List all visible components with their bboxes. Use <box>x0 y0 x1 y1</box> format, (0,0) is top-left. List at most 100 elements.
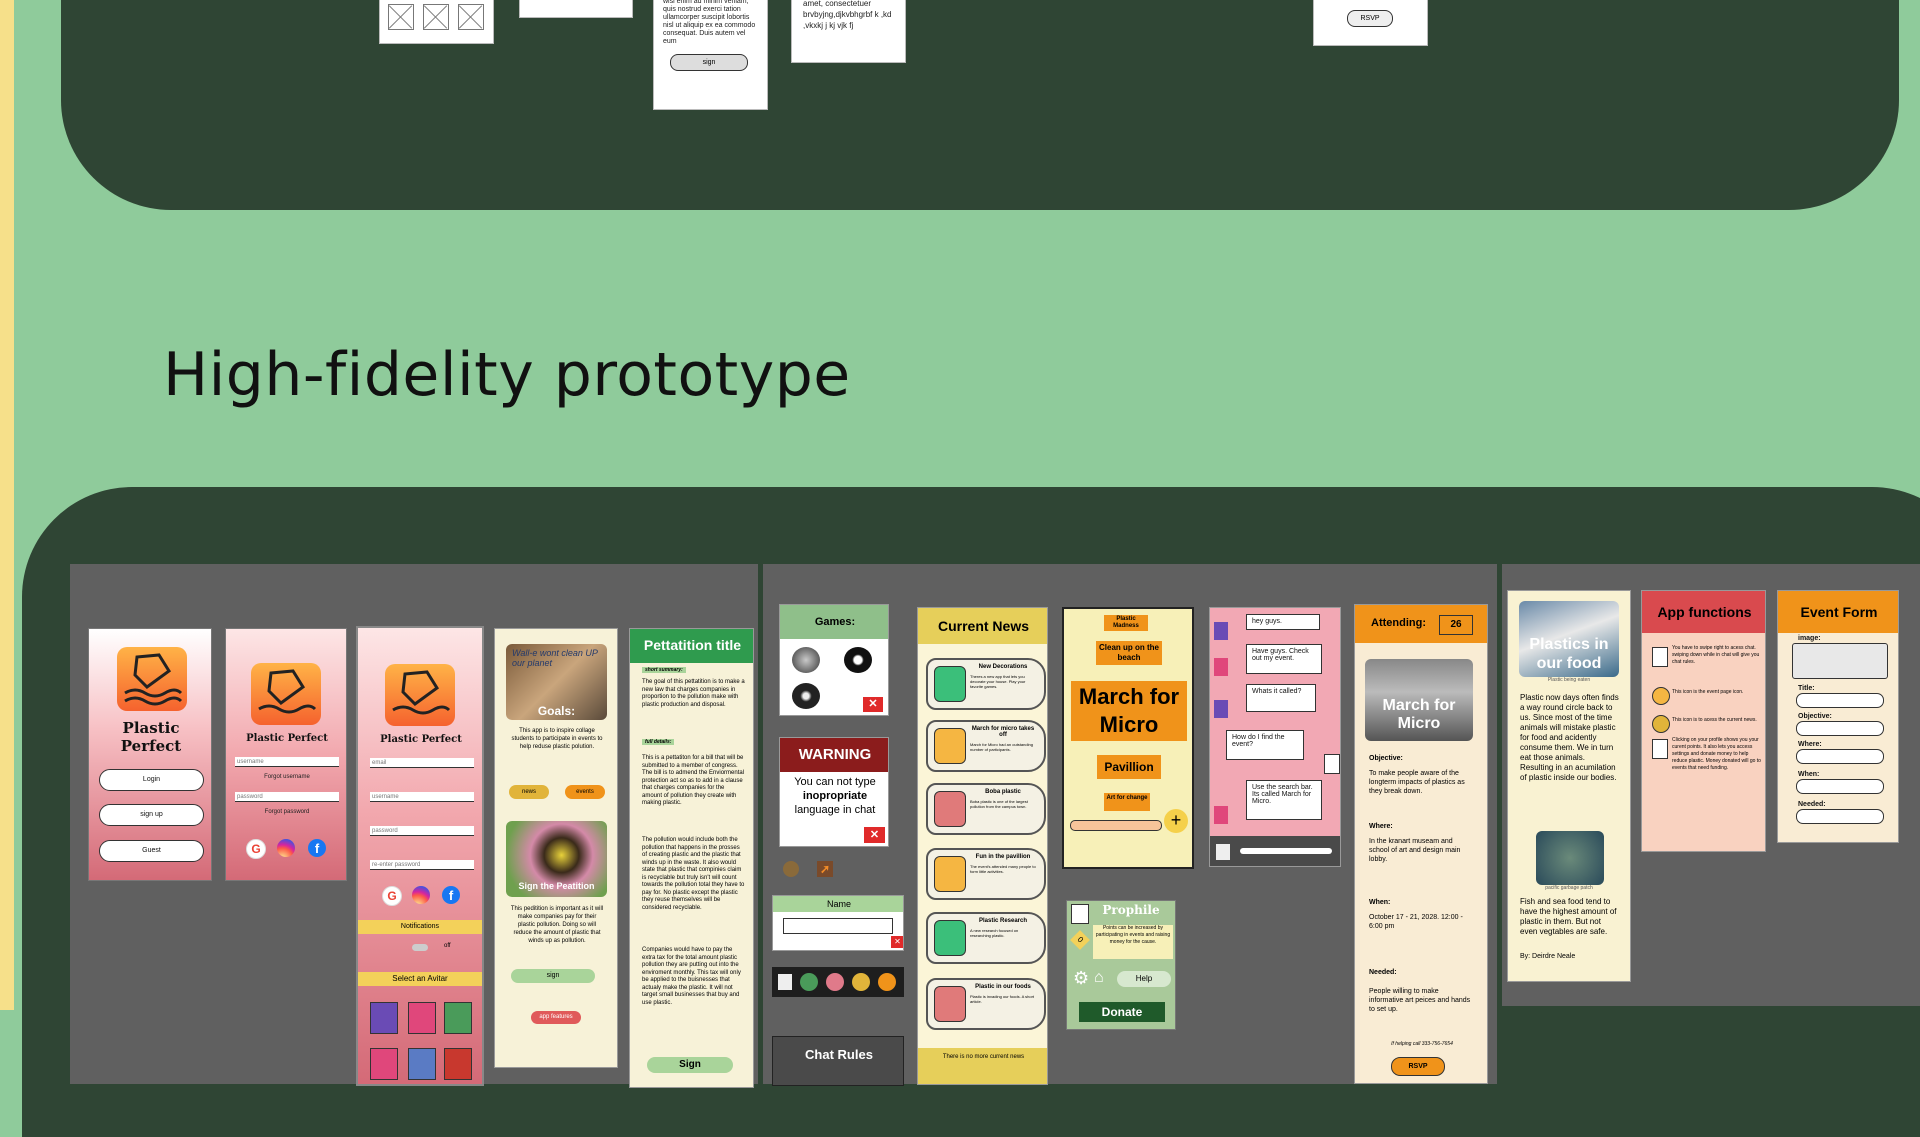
news-item[interactable]: March for micro takes off March for Micr… <box>926 720 1046 772</box>
wireframe-text: wisi enim ad minim veniam, quis nostrud … <box>663 0 756 45</box>
news-item-text: The event's attended many people to form… <box>970 864 1036 874</box>
forgot-password-link[interactable]: Forgot password <box>235 809 339 815</box>
title-input[interactable] <box>1796 693 1884 708</box>
events-button[interactable]: events <box>565 785 605 799</box>
details-text-3: Companies would have to pay the extra ta… <box>642 947 741 1006</box>
needed-label: Needed: <box>1369 969 1397 976</box>
email-input[interactable]: email <box>370 758 474 768</box>
home-icon[interactable]: ⌂ <box>1094 969 1112 987</box>
goals-text: This app is to inspire collage students … <box>511 728 603 750</box>
form-label: Needed: <box>1798 801 1826 808</box>
avatar-option[interactable] <box>444 1048 472 1080</box>
add-event-button[interactable]: + <box>1164 809 1188 833</box>
objective-input[interactable] <box>1796 721 1884 736</box>
app-features-button[interactable]: app features <box>531 1011 581 1024</box>
image-upload-field[interactable] <box>1792 643 1888 679</box>
notifications-toggle[interactable] <box>412 944 428 951</box>
news-screen: Current News New Decorations Theres a ne… <box>917 607 1048 1085</box>
app-title: Plastic Perfect <box>246 733 328 744</box>
article-screen: Plastics in our food Plastic being eaten… <box>1507 590 1631 982</box>
facebook-icon[interactable]: f <box>442 886 460 904</box>
login-button[interactable]: Login <box>99 769 204 791</box>
chat-input[interactable] <box>1240 848 1332 854</box>
leaf-icon[interactable] <box>800 973 818 991</box>
form-label: When: <box>1798 771 1820 778</box>
sign-button[interactable]: sign <box>511 969 595 983</box>
avatar-option[interactable] <box>370 1048 398 1080</box>
news-button[interactable]: news <box>509 785 549 799</box>
sun-icon[interactable] <box>878 973 896 991</box>
news-item[interactable]: New Decorations Theres a new app that le… <box>926 658 1046 710</box>
reenter-password-input[interactable]: re-enter password <box>370 860 474 870</box>
user-avatar-icon <box>1214 622 1228 640</box>
sign-button[interactable]: Sign <box>647 1057 733 1073</box>
close-icon[interactable]: ✕ <box>864 827 885 843</box>
username-input[interactable]: username <box>370 792 474 802</box>
password-input[interactable]: password <box>370 826 474 836</box>
cookie-icon[interactable] <box>783 861 799 877</box>
profile-icon <box>1652 739 1668 759</box>
needed-input[interactable] <box>1796 809 1884 824</box>
news-item[interactable]: Boba plastic Boba plastic is one of the … <box>926 783 1046 835</box>
wireframe-1 <box>379 0 494 44</box>
main-event[interactable]: March for Micro <box>1071 681 1187 741</box>
form-label: Objective: <box>1798 713 1832 720</box>
avatar-option[interactable] <box>408 1002 436 1034</box>
instagram-icon[interactable] <box>277 839 295 857</box>
avatar-option[interactable] <box>408 1048 436 1080</box>
instagram-icon[interactable] <box>412 886 430 904</box>
function-text: You have to swipe right to acess chat. s… <box>1672 645 1760 665</box>
where-input[interactable] <box>1796 749 1884 764</box>
forgot-screen: Plastic Perfect username Forgot username… <box>225 628 347 881</box>
game-icon[interactable] <box>792 683 820 709</box>
search-bar[interactable] <box>1070 820 1162 831</box>
event-tag[interactable]: Clean up on the beach <box>1096 641 1162 665</box>
event-tag[interactable]: Plastic Madness <box>1104 615 1148 631</box>
chat-input-bar <box>1210 836 1340 866</box>
name-card: Name ✕ <box>772 895 904 951</box>
help-button[interactable]: Help <box>1117 971 1171 987</box>
news-item[interactable]: Plastic Research A new research focused … <box>926 912 1046 964</box>
where-label: Where: <box>1369 823 1393 830</box>
sign-up-button[interactable]: sign up <box>99 804 204 826</box>
close-icon[interactable]: ✕ <box>863 697 883 712</box>
news-item[interactable]: Plastic in our foods Plastic is invading… <box>926 978 1046 1030</box>
game-icon[interactable] <box>852 973 870 991</box>
chat-icon[interactable] <box>826 973 844 991</box>
rsvp-button[interactable]: RSVP <box>1391 1057 1445 1076</box>
wireframe-sign-button[interactable]: sign <box>670 54 748 71</box>
petition-caption: Sign the Peatition <box>518 881 595 891</box>
event-tag[interactable]: Art for change <box>1104 793 1150 811</box>
donate-button[interactable]: Donate <box>1079 1002 1165 1022</box>
google-icon[interactable]: G <box>246 839 266 859</box>
facebook-icon[interactable]: f <box>308 839 326 857</box>
chat-message: Whats it called? <box>1246 684 1316 712</box>
wireframe-rsvp-button[interactable]: RSVP <box>1347 10 1393 27</box>
contact-text: If helping call 333-756-7654 <box>1391 1041 1453 1047</box>
when-input[interactable] <box>1796 779 1884 794</box>
forgot-username-link[interactable]: Forgot username <box>235 774 339 780</box>
profile-icon[interactable] <box>1216 844 1230 860</box>
avatar-option[interactable] <box>370 1002 398 1034</box>
event-tag[interactable]: Pavillion <box>1097 755 1161 779</box>
name-input[interactable] <box>783 918 893 934</box>
user-avatar-icon <box>1214 658 1228 676</box>
article-image-caption: Plastic being eaten <box>1547 677 1591 683</box>
username-input[interactable]: username <box>235 757 339 767</box>
news-item-title: Boba plastic <box>985 789 1021 795</box>
google-icon[interactable]: G <box>382 886 402 906</box>
article-text: Plastic now days often finds a way round… <box>1520 693 1619 782</box>
game-icon[interactable] <box>844 647 872 673</box>
guest-button[interactable]: Guest <box>99 840 204 862</box>
app-title: Plastic Perfect <box>380 734 462 745</box>
game-icon[interactable] <box>792 647 820 673</box>
top-board <box>61 0 1899 210</box>
password-input[interactable]: password <box>235 792 339 802</box>
section-heading: High-fidelity prototype <box>163 340 851 410</box>
arrow-icon[interactable]: ➚ <box>817 861 833 877</box>
settings-icon[interactable]: ⚙ <box>1073 969 1091 987</box>
close-icon[interactable]: ✕ <box>891 936 903 948</box>
profile-icon[interactable] <box>778 974 792 990</box>
avatar-option[interactable] <box>444 1002 472 1034</box>
news-item[interactable]: Fun in the pavillion The event's attende… <box>926 848 1046 900</box>
